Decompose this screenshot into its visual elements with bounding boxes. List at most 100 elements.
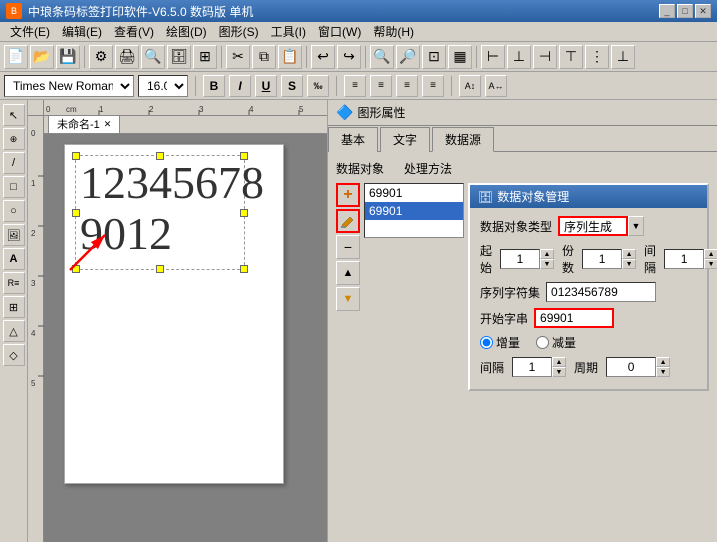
- handle-tl[interactable]: [72, 152, 80, 160]
- increment-radio-label[interactable]: 增量: [480, 334, 520, 351]
- tool-2[interactable]: ⊕: [3, 128, 25, 150]
- menu-tools[interactable]: 工具(I): [265, 21, 312, 42]
- font-size-select[interactable]: 16.0: [138, 75, 188, 97]
- handle-tr[interactable]: [240, 152, 248, 160]
- interval2-up[interactable]: ▲: [552, 357, 566, 367]
- copies-input[interactable]: [582, 249, 622, 269]
- menu-shape[interactable]: 图形(S): [213, 21, 265, 42]
- align-center-h[interactable]: ⊥: [507, 45, 531, 69]
- copy-button[interactable]: ⧉: [252, 45, 276, 69]
- start-input[interactable]: [500, 249, 540, 269]
- preview-button[interactable]: 🔍: [141, 45, 165, 69]
- tab-basic[interactable]: 基本: [328, 127, 378, 152]
- handle-ml[interactable]: [72, 209, 80, 217]
- increment-radio[interactable]: [480, 336, 493, 349]
- bold-button[interactable]: B: [203, 75, 225, 97]
- decrement-radio-label[interactable]: 减量: [536, 334, 576, 351]
- data-list[interactable]: 69901 69901: [364, 183, 464, 238]
- print-button[interactable]: 🖨: [115, 45, 139, 69]
- save-button[interactable]: 💾: [56, 45, 80, 69]
- canvas-tab[interactable]: 未命名-1 ✕: [48, 116, 120, 133]
- super-button[interactable]: ‰: [307, 75, 329, 97]
- text-tool[interactable]: A: [3, 248, 25, 270]
- new-button[interactable]: 📄: [4, 45, 28, 69]
- redo-button[interactable]: ↪: [337, 45, 361, 69]
- tab-close[interactable]: ✕: [104, 119, 112, 130]
- menu-file[interactable]: 文件(E): [4, 21, 56, 42]
- db-button[interactable]: 🗄: [167, 45, 191, 69]
- maximize-button[interactable]: □: [677, 4, 693, 18]
- interval2-down[interactable]: ▼: [552, 367, 566, 377]
- grid-button[interactable]: ⊞: [193, 45, 217, 69]
- type-select[interactable]: 序列生成: [558, 216, 628, 236]
- handle-tc[interactable]: [156, 152, 164, 160]
- add-data-button[interactable]: +: [336, 183, 360, 207]
- menu-help[interactable]: 帮助(H): [367, 21, 420, 42]
- tab-text[interactable]: 文字: [380, 127, 430, 152]
- tab-datasource[interactable]: 数据源: [432, 127, 494, 152]
- interval-down[interactable]: ▼: [704, 259, 717, 269]
- cut-button[interactable]: ✂: [226, 45, 250, 69]
- data-item-1[interactable]: 69901: [365, 184, 463, 202]
- menu-draw[interactable]: 绘图(D): [160, 21, 213, 42]
- align-left-h[interactable]: ⊢: [481, 45, 505, 69]
- minimize-button[interactable]: _: [659, 4, 675, 18]
- delete-data-button[interactable]: −: [336, 235, 360, 259]
- handle-mr[interactable]: [240, 209, 248, 217]
- down-data-button[interactable]: ▼: [336, 287, 360, 311]
- align-bottom[interactable]: ⊥: [611, 45, 635, 69]
- barcode-tool[interactable]: R≡: [3, 272, 25, 294]
- period-down[interactable]: ▼: [656, 367, 670, 377]
- triangle-tool[interactable]: △: [3, 320, 25, 342]
- select-tool[interactable]: ↖: [3, 104, 25, 126]
- align-right-h[interactable]: ⊣: [533, 45, 557, 69]
- interval-up[interactable]: ▲: [704, 249, 717, 259]
- type-dropdown-btn[interactable]: ▼: [628, 216, 644, 236]
- menu-edit[interactable]: 编辑(E): [56, 21, 108, 42]
- underline-button[interactable]: U: [255, 75, 277, 97]
- decrement-radio[interactable]: [536, 336, 549, 349]
- align-center-v[interactable]: ⋮: [585, 45, 609, 69]
- barcode-button[interactable]: ▦: [448, 45, 472, 69]
- line-tool[interactable]: /: [3, 152, 25, 174]
- menu-window[interactable]: 窗口(W): [312, 21, 367, 42]
- paste-button[interactable]: 📋: [278, 45, 302, 69]
- zoom-out-button[interactable]: 🔎: [396, 45, 420, 69]
- up-data-button[interactable]: ▲: [336, 261, 360, 285]
- text-align-left[interactable]: ≡: [344, 75, 366, 97]
- startstring-input[interactable]: [534, 308, 614, 328]
- undo-button[interactable]: ↩: [311, 45, 335, 69]
- zoom-fit-button[interactable]: ⊡: [422, 45, 446, 69]
- italic-button[interactable]: I: [229, 75, 251, 97]
- image-tool[interactable]: 🖼: [3, 224, 25, 246]
- copies-up[interactable]: ▲: [622, 249, 636, 259]
- start-down[interactable]: ▼: [540, 259, 554, 269]
- data-item-2[interactable]: 69901: [365, 202, 463, 220]
- edit-data-button[interactable]: [336, 209, 360, 233]
- zoom-in-button[interactable]: 🔍: [370, 45, 394, 69]
- spacing-button[interactable]: A↕: [459, 75, 481, 97]
- text-align-justify[interactable]: ≡: [422, 75, 444, 97]
- char-spacing-button[interactable]: A↔: [485, 75, 507, 97]
- canvas-inner[interactable]: 未命名-1 ✕ 1: [44, 116, 327, 542]
- strike-button[interactable]: S: [281, 75, 303, 97]
- start-up[interactable]: ▲: [540, 249, 554, 259]
- period-input[interactable]: [606, 357, 656, 377]
- rect-tool[interactable]: □: [3, 176, 25, 198]
- circle-tool[interactable]: ○: [3, 200, 25, 222]
- font-name-select[interactable]: Times New Roman: [4, 75, 134, 97]
- diamond-tool[interactable]: ◇: [3, 344, 25, 366]
- settings-button[interactable]: ⚙: [89, 45, 113, 69]
- handle-bc[interactable]: [156, 265, 164, 273]
- text-align-center[interactable]: ≡: [370, 75, 392, 97]
- handle-br[interactable]: [240, 265, 248, 273]
- period-up[interactable]: ▲: [656, 357, 670, 367]
- close-button[interactable]: ✕: [695, 4, 711, 18]
- table-tool[interactable]: ⊞: [3, 296, 25, 318]
- open-button[interactable]: 📂: [30, 45, 54, 69]
- interval-input[interactable]: [664, 249, 704, 269]
- charset-input[interactable]: [546, 282, 656, 302]
- interval2-input[interactable]: [512, 357, 552, 377]
- text-align-right[interactable]: ≡: [396, 75, 418, 97]
- menu-view[interactable]: 查看(V): [108, 21, 160, 42]
